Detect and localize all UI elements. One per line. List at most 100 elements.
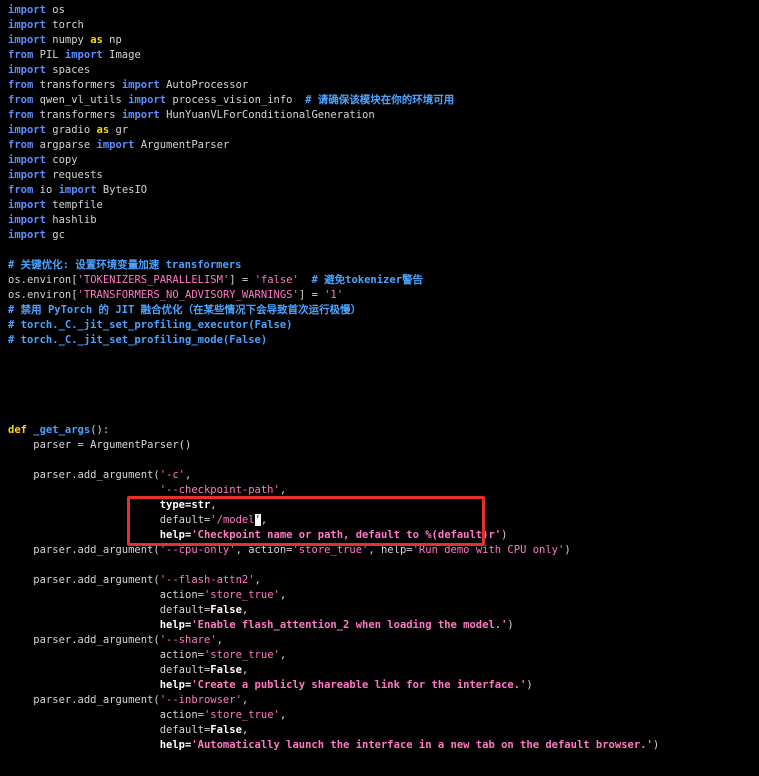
code-line[interactable]: help='Checkpoint name or path, default t… xyxy=(8,528,508,543)
code-line[interactable]: import hashlib xyxy=(8,213,97,228)
code-token: parser.add_argument( xyxy=(8,634,160,646)
code-token: 'Checkpoint name or path, default to %(d… xyxy=(191,529,502,541)
code-token: HunYuanVLForConditionalGeneration xyxy=(159,109,375,121)
code-token: import xyxy=(8,214,46,226)
code-line[interactable]: parser.add_argument('--share', xyxy=(8,633,223,648)
code-line[interactable]: parser.add_argument('--cpu-only', action… xyxy=(8,543,570,558)
code-token: numpy xyxy=(45,34,91,46)
code-line[interactable]: default=False, xyxy=(8,663,249,678)
code-line[interactable]: os.environ['TRANSFORMERS_NO_ADVISORY_WAR… xyxy=(8,288,343,303)
code-token: copy xyxy=(45,154,78,166)
code-token: # torch._C._jit_set_profiling_mode(False… xyxy=(8,334,268,346)
code-token: False xyxy=(210,664,242,676)
code-token: , xyxy=(279,484,287,496)
code-line[interactable]: from transformers import AutoProcessor xyxy=(8,78,248,93)
code-token: 'store_true' xyxy=(203,709,280,721)
code-token: default= xyxy=(159,664,211,676)
code-line[interactable]: def _get_args(): xyxy=(8,423,109,438)
code-line[interactable]: type=str, xyxy=(8,498,217,513)
code-token: Image xyxy=(102,49,141,61)
code-token: ) xyxy=(507,619,514,631)
code-token: '-c' xyxy=(159,469,186,481)
code-line[interactable]: # 禁用 PyTorch 的 JIT 融合优化（在某些情况下会导致首次运行极慢） xyxy=(8,303,361,318)
code-token: PIL xyxy=(33,49,65,61)
code-token: gr xyxy=(109,124,129,136)
code-token: default= xyxy=(159,724,211,736)
code-token: type=str xyxy=(159,499,211,511)
code-line[interactable]: from qwen_vl_utils import process_vision… xyxy=(8,93,454,108)
code-token: import xyxy=(121,79,160,91)
code-line[interactable]: # torch._C._jit_set_profiling_executor(F… xyxy=(8,318,292,333)
code-token: 'Automatically launch the interface in a… xyxy=(191,739,653,751)
code-line[interactable]: action='store_true', xyxy=(8,708,286,723)
code-line[interactable]: parser.add_argument('-c', xyxy=(8,468,191,483)
code-line[interactable]: from PIL import Image xyxy=(8,48,141,63)
code-line[interactable]: from io import BytesIO xyxy=(8,183,147,198)
code-token: os xyxy=(45,4,65,16)
code-token: from xyxy=(8,184,34,196)
code-token: def xyxy=(8,424,27,436)
code-line[interactable]: import gradio as gr xyxy=(8,123,128,138)
code-line[interactable]: parser.add_argument('--flash-attn2', xyxy=(8,573,261,588)
code-token: argparse xyxy=(33,139,97,151)
code-token: io xyxy=(33,184,59,196)
code-token: # 请确保该模块在你的环境可用 xyxy=(305,94,455,106)
code-token: parser = ArgumentParser() xyxy=(8,439,192,451)
code-line[interactable]: os.environ['TOKENIZERS_PARALLELISM'] = '… xyxy=(8,273,423,288)
code-token: False xyxy=(210,724,242,736)
code-token: , xyxy=(260,514,268,526)
code-line[interactable]: import requests xyxy=(8,168,103,183)
code-token: False xyxy=(210,604,242,616)
code-line[interactable]: import tempfile xyxy=(8,198,103,213)
code-line[interactable]: default='/model', xyxy=(8,513,267,528)
code-token: process_vision_info xyxy=(166,94,306,106)
code-line[interactable]: import os xyxy=(8,3,65,18)
code-line[interactable]: # 关键优化: 设置环境变量加速 transformers xyxy=(8,258,241,273)
code-token: qwen_vl_utils xyxy=(33,94,129,106)
code-line[interactable]: from argparse import ArgumentParser xyxy=(8,138,229,153)
code-line[interactable]: help='Enable flash_attention_2 when load… xyxy=(8,618,514,633)
code-token: help= xyxy=(159,679,192,691)
code-line[interactable]: import numpy as np xyxy=(8,33,122,48)
code-line[interactable]: parser.add_argument('--inbrowser', xyxy=(8,693,248,708)
code-token: import xyxy=(8,124,46,136)
code-line[interactable]: import spaces xyxy=(8,63,90,78)
code-token: ] = xyxy=(298,289,325,301)
code-token: import xyxy=(8,169,46,181)
code-line[interactable]: default=False, xyxy=(8,603,249,618)
code-token: import xyxy=(96,139,135,151)
code-line[interactable]: import gc xyxy=(8,228,65,243)
code-token: from xyxy=(8,139,34,151)
code-line[interactable]: default=False, xyxy=(8,723,249,738)
code-token: help= xyxy=(159,739,192,751)
code-token: gc xyxy=(45,229,65,241)
code-token: action= xyxy=(159,649,204,661)
code-token: , xyxy=(279,589,287,601)
code-line[interactable]: from transformers import HunYuanVLForCon… xyxy=(8,108,375,123)
code-token: default= xyxy=(159,604,211,616)
code-line[interactable]: # torch._C._jit_set_profiling_mode(False… xyxy=(8,333,267,348)
code-token: , xyxy=(279,709,287,721)
code-token: '--cpu-only' xyxy=(159,544,236,556)
code-token: import xyxy=(58,184,97,196)
code-token: from xyxy=(8,94,34,106)
code-line[interactable]: action='store_true', xyxy=(8,648,286,663)
code-line[interactable]: action='store_true', xyxy=(8,588,286,603)
code-token: ArgumentParser xyxy=(134,139,230,151)
code-line[interactable]: parser = ArgumentParser() xyxy=(8,438,191,453)
code-line[interactable]: import copy xyxy=(8,153,78,168)
code-token: ) xyxy=(526,679,533,691)
code-line[interactable]: help='Automatically launch the interface… xyxy=(8,738,659,753)
code-editor[interactable]: import os import torch import numpy as np f… xyxy=(0,0,759,776)
code-token: action= xyxy=(159,589,204,601)
code-line[interactable]: '--checkpoint-path', xyxy=(8,483,286,498)
code-line[interactable]: help='Create a publicly shareable link f… xyxy=(8,678,533,693)
code-token: transformers xyxy=(33,79,122,91)
code-token: parser.add_argument( xyxy=(8,544,160,556)
code-line[interactable]: import torch xyxy=(8,18,84,33)
